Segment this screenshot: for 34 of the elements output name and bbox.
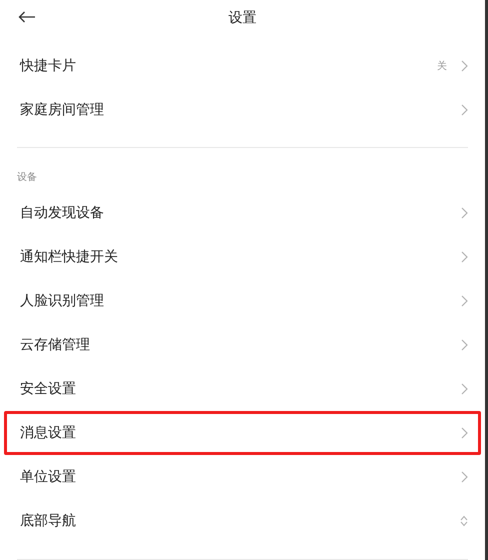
section-title: 设备 — [16, 171, 38, 185]
row-label: 人脸识别管理 — [20, 292, 105, 310]
row-label: 云存储管理 — [20, 336, 91, 354]
up-down-chevron-icon — [460, 515, 468, 527]
settings-row[interactable]: 安全设置 — [4, 367, 481, 411]
chevron-right-icon — [461, 427, 468, 439]
chevron-right-icon — [461, 383, 468, 395]
settings-row[interactable]: 单位设置 — [4, 455, 481, 499]
row-label: 消息设置 — [20, 424, 77, 442]
chevron-right-icon — [461, 104, 468, 116]
page-title: 设置 — [228, 8, 256, 28]
settings-row[interactable]: 云存储管理 — [4, 323, 481, 367]
row-value: 关 — [437, 60, 447, 74]
chevron-right-icon — [461, 471, 468, 483]
settings-row[interactable]: 快捷卡片 关 — [4, 44, 481, 88]
row-label: 快捷卡片 — [20, 56, 77, 76]
chevron-right-icon — [461, 60, 468, 72]
row-label: 底部导航 — [20, 512, 77, 530]
chevron-right-icon — [461, 251, 468, 263]
settings-row[interactable]: 人脸识别管理 — [4, 279, 481, 323]
settings-row[interactable]: 自动发现设备 — [4, 191, 481, 235]
row-label: 通知栏快捷开关 — [20, 248, 119, 266]
back-arrow-icon[interactable] — [18, 11, 36, 23]
settings-row[interactable]: 家庭房间管理 — [4, 88, 481, 132]
settings-row[interactable]: 通知栏快捷开关 — [4, 235, 481, 279]
settings-row[interactable]: 消息设置 — [4, 411, 481, 455]
row-label: 单位设置 — [20, 468, 77, 486]
chevron-right-icon — [461, 295, 468, 307]
row-label: 安全设置 — [20, 380, 77, 398]
row-label: 家庭房间管理 — [20, 100, 105, 120]
chevron-right-icon — [461, 207, 468, 219]
row-label: 自动发现设备 — [20, 204, 105, 222]
chevron-right-icon — [461, 339, 468, 351]
settings-row[interactable]: 底部导航 — [4, 499, 481, 543]
